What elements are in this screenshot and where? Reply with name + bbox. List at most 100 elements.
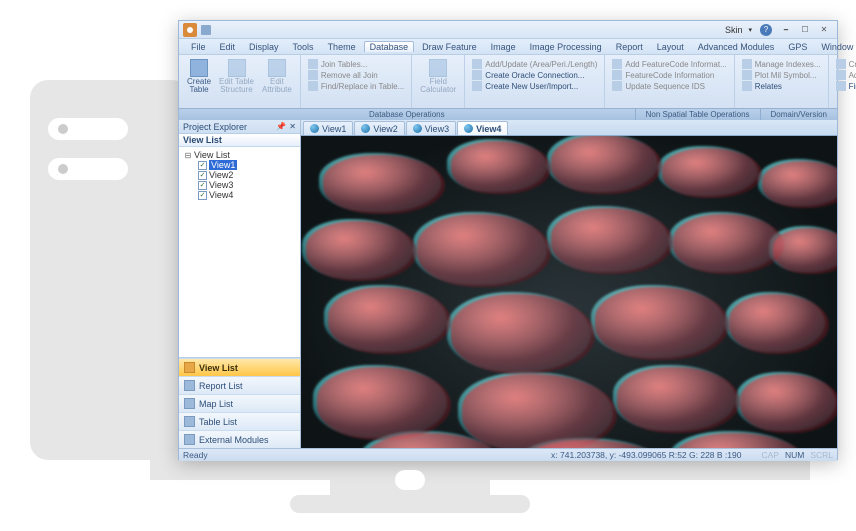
menu-edit[interactable]: Edit (214, 41, 242, 53)
ribbon-cmd[interactable]: Remove all Join (308, 70, 404, 80)
background-device (30, 80, 190, 460)
help-icon[interactable]: ? (760, 24, 772, 36)
menu-tools[interactable]: Tools (287, 41, 320, 53)
ribbon-cmd[interactable]: Find/Replace in Table... (308, 81, 404, 91)
tree-item[interactable]: ✓View4 (196, 190, 297, 200)
table-edit-icon (228, 59, 246, 77)
project-explorer-titlebar: Project Explorer 📌 ✕ (179, 120, 300, 134)
ribbon-tabs: FileEditDisplayToolsThemeDatabaseDraw Fe… (179, 39, 837, 55)
menu-layout[interactable]: Layout (651, 41, 690, 53)
cmd-icon (472, 59, 482, 69)
view-tab-view4[interactable]: View4 (457, 121, 508, 135)
titlebar: Skin ▾ ? (179, 21, 837, 39)
qat-icon[interactable] (201, 25, 211, 35)
pin-icon[interactable]: 📌 (276, 122, 286, 131)
tree-root[interactable]: ⊟ View List (182, 150, 297, 160)
cmd-icon (612, 59, 622, 69)
cmd-icon (472, 81, 482, 91)
cmd-icon (742, 81, 752, 91)
category-icon (184, 434, 195, 445)
cmd-icon (308, 70, 318, 80)
field-calculator-button[interactable]: Field Calculator (416, 57, 460, 96)
menu-file[interactable]: File (185, 41, 212, 53)
cmd-icon (836, 70, 846, 80)
category-label: Map List (199, 399, 233, 409)
skin-label[interactable]: Skin (725, 25, 743, 35)
project-explorer: Project Explorer 📌 ✕ View List ⊟ View Li… (179, 120, 301, 448)
tree-checkbox[interactable]: ✓ (198, 161, 207, 170)
ribbon-cmd[interactable]: Update Sequence IDS (612, 81, 726, 91)
category-view-list[interactable]: View List (179, 358, 300, 376)
category-label: Report List (199, 381, 243, 391)
category-icon (184, 398, 195, 409)
tree-item[interactable]: ✓View1 (196, 160, 297, 170)
category-label: Table List (199, 417, 237, 427)
menu-database[interactable]: Database (364, 41, 415, 52)
ribbon-cmd[interactable]: Join Tables... (308, 59, 404, 69)
category-list: View List Report List Map List Table List Ex… (179, 357, 300, 448)
menu-theme[interactable]: Theme (322, 41, 362, 53)
ribbon-cmd[interactable]: Add/Update (Area/Peri./Length) (472, 59, 597, 69)
category-map-list[interactable]: Map List (179, 394, 300, 412)
view-tab-view1[interactable]: View1 (303, 121, 353, 135)
ribbon-cmd[interactable]: Manage Indexes... (742, 59, 821, 69)
maximize-button[interactable] (796, 24, 814, 36)
tree-item[interactable]: ✓View3 (196, 180, 297, 190)
menu-advanced-modules[interactable]: Advanced Modules (692, 41, 781, 53)
app-icon[interactable] (183, 23, 197, 37)
cmd-icon (308, 59, 318, 69)
menu-gps[interactable]: GPS (782, 41, 813, 53)
skin-dropdown-icon[interactable]: ▾ (748, 26, 752, 34)
tree-item-label: View3 (209, 180, 233, 190)
tree-item[interactable]: ✓View2 (196, 170, 297, 180)
ribbon-group-tables: Create Table Edit Table Structure Edit A… (179, 55, 301, 108)
tree-checkbox[interactable]: ✓ (198, 191, 207, 200)
menu-window[interactable]: Window (815, 41, 856, 53)
category-label: View List (199, 363, 238, 373)
category-icon (184, 380, 195, 391)
project-explorer-title: Project Explorer (183, 122, 247, 132)
ribbon-cmd[interactable]: Add/Update Object height/width (836, 70, 856, 80)
category-report-list[interactable]: Report List (179, 376, 300, 394)
menu-image-processing[interactable]: Image Processing (524, 41, 608, 53)
ribbon-cmd[interactable]: Create Point X,Y Columns (836, 59, 856, 69)
edit-attribute-button[interactable]: Edit Attribute (258, 57, 296, 96)
category-label: External Modules (199, 435, 269, 445)
monitor-stand (290, 495, 530, 513)
ribbon-cmd[interactable]: Create Oracle Connection... (472, 70, 597, 80)
monitor-hole (395, 470, 425, 490)
menu-display[interactable]: Display (243, 41, 285, 53)
ribbon-cmd[interactable]: Create New User/Import... (472, 81, 597, 91)
ribbon-cmd[interactable]: Find Nearest Points... (836, 81, 856, 91)
view-tab-view2[interactable]: View2 (354, 121, 404, 135)
view-canvas[interactable] (301, 136, 837, 448)
cmd-icon (308, 81, 318, 91)
create-table-button[interactable]: Create Table (183, 57, 215, 96)
view-tab-view3[interactable]: View3 (406, 121, 456, 135)
ribbon-footer-label: Database Operations (179, 109, 635, 120)
tree-checkbox[interactable]: ✓ (198, 171, 207, 180)
cmd-icon (742, 70, 752, 80)
close-panel-icon[interactable]: ✕ (289, 122, 296, 131)
tree-checkbox[interactable]: ✓ (198, 181, 207, 190)
edit-table-button[interactable]: Edit Table Structure (215, 57, 258, 96)
menu-draw-feature[interactable]: Draw Feature (416, 41, 483, 53)
workspace: Project Explorer 📌 ✕ View List ⊟ View Li… (179, 120, 837, 448)
ribbon-cmd[interactable]: Relates (742, 81, 821, 91)
status-cap: CAP (761, 450, 778, 460)
ribbon-footer-domain: Domain/Version (760, 109, 837, 120)
minimize-button[interactable] (777, 24, 795, 36)
close-button[interactable] (815, 24, 833, 36)
tree-item-label: View4 (209, 190, 233, 200)
ribbon-cmd[interactable]: Add FeatureCode Informat... (612, 59, 726, 69)
category-external-modules[interactable]: External Modules (179, 430, 300, 448)
menu-report[interactable]: Report (610, 41, 649, 53)
category-table-list[interactable]: Table List (179, 412, 300, 430)
view-tab-label: View2 (373, 124, 397, 134)
menu-image[interactable]: Image (485, 41, 522, 53)
ribbon-group-db2: Add FeatureCode Informat...FeatureCode I… (605, 55, 734, 108)
collapse-icon[interactable]: ⊟ (184, 151, 192, 160)
ribbon-cmd[interactable]: FeatureCode Information (612, 70, 726, 80)
ribbon-cmd[interactable]: Plot Mil Symbol... (742, 70, 821, 80)
status-scrl: SCRL (810, 450, 833, 460)
